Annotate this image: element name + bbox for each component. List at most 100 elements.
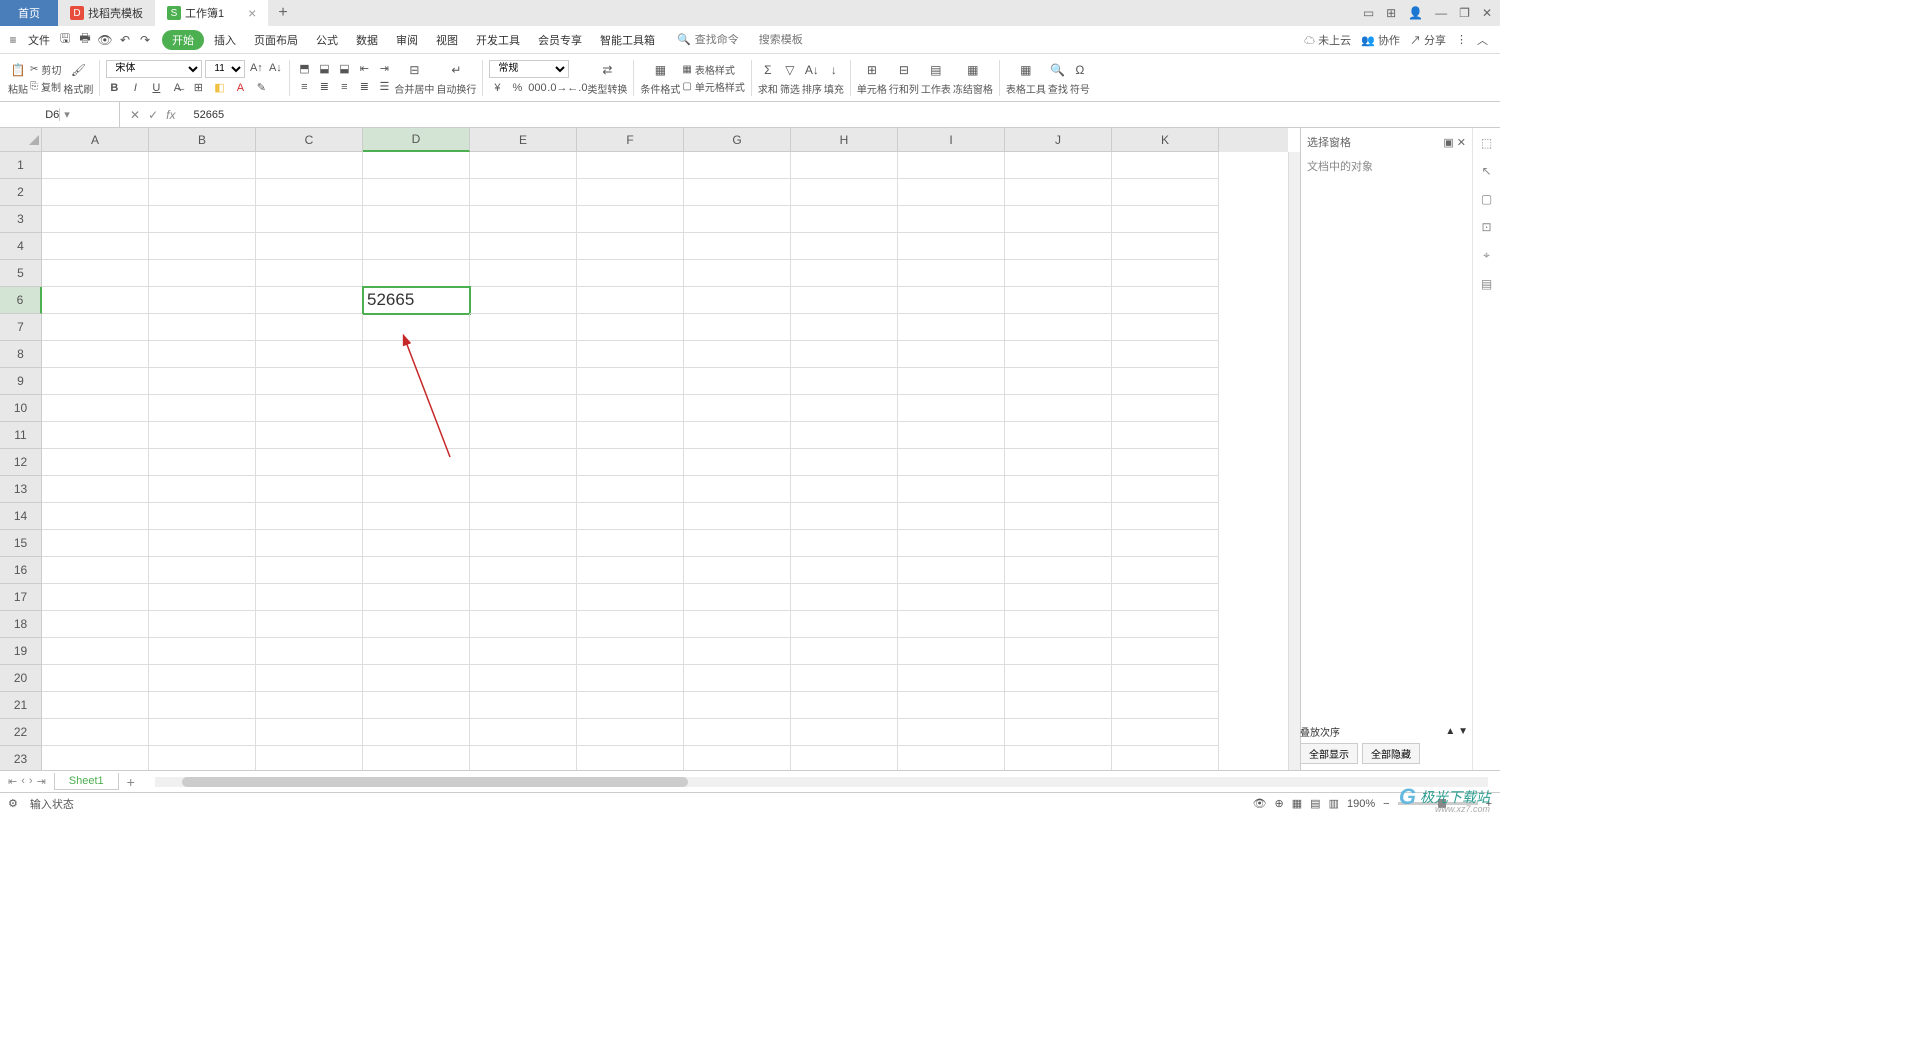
cell[interactable] [363, 422, 470, 449]
cell[interactable] [684, 557, 791, 584]
cell[interactable] [42, 368, 149, 395]
cell[interactable] [684, 314, 791, 341]
cell[interactable] [149, 746, 256, 770]
column-header[interactable]: C [256, 128, 363, 152]
underline-icon[interactable]: U [148, 80, 164, 96]
cell[interactable] [363, 611, 470, 638]
cell[interactable] [256, 638, 363, 665]
cell[interactable] [470, 260, 577, 287]
cell[interactable] [898, 152, 1005, 179]
view-page-icon[interactable]: ▤ [1310, 797, 1320, 810]
cell[interactable] [577, 530, 684, 557]
cell[interactable] [42, 395, 149, 422]
find-button[interactable]: 🔍查找 [1048, 60, 1068, 96]
cell[interactable] [149, 368, 256, 395]
cell[interactable] [42, 449, 149, 476]
cell[interactable] [42, 287, 149, 314]
cell[interactable] [256, 584, 363, 611]
column-header[interactable]: F [577, 128, 684, 152]
cell[interactable] [470, 584, 577, 611]
cell[interactable] [1005, 206, 1112, 233]
side-property-icon[interactable]: ⊡ [1481, 220, 1491, 234]
cell[interactable] [791, 584, 898, 611]
tab-developer[interactable]: 开发工具 [468, 32, 528, 48]
cell[interactable] [363, 692, 470, 719]
row-header[interactable]: 16 [0, 557, 42, 584]
paste-button[interactable]: 📋 粘贴 [8, 60, 28, 96]
cell[interactable] [791, 719, 898, 746]
type-convert-button[interactable]: ⇄ 类型转换 [587, 60, 627, 96]
symbol-button[interactable]: Ω符号 [1070, 60, 1090, 96]
cell[interactable] [42, 638, 149, 665]
align-bottom-icon[interactable]: ⬓ [336, 61, 352, 77]
cell[interactable] [791, 341, 898, 368]
cell[interactable] [363, 179, 470, 206]
side-link-icon[interactable]: ⌖ [1483, 248, 1490, 263]
row-header[interactable]: 1 [0, 152, 42, 179]
font-select[interactable]: 宋体 [106, 60, 202, 78]
cell[interactable] [256, 557, 363, 584]
cell[interactable] [577, 179, 684, 206]
show-all-button[interactable]: 全部显示 [1300, 743, 1358, 764]
cell[interactable] [363, 260, 470, 287]
side-more-icon[interactable]: ▤ [1481, 277, 1492, 291]
panel-close-icon[interactable]: ✕ [1457, 137, 1466, 149]
cell[interactable] [256, 152, 363, 179]
cell[interactable] [256, 368, 363, 395]
cell[interactable] [1112, 584, 1219, 611]
cell[interactable] [149, 422, 256, 449]
filter-button[interactable]: ▽筛选 [780, 60, 800, 96]
cell[interactable] [42, 422, 149, 449]
cell[interactable] [1005, 368, 1112, 395]
select-all-corner[interactable] [0, 128, 42, 152]
cell[interactable] [898, 611, 1005, 638]
cell[interactable] [256, 260, 363, 287]
cell[interactable] [256, 314, 363, 341]
cell[interactable] [42, 746, 149, 770]
cell[interactable] [791, 503, 898, 530]
cell[interactable] [577, 422, 684, 449]
cell[interactable] [1112, 557, 1219, 584]
cell[interactable] [577, 692, 684, 719]
cell[interactable] [684, 530, 791, 557]
sheet-last-icon[interactable]: ⇥ [37, 775, 46, 788]
cell[interactable] [684, 206, 791, 233]
comma-icon[interactable]: 000 [529, 80, 545, 96]
tab-smarttool[interactable]: 智能工具箱 [592, 32, 663, 48]
currency-icon[interactable]: ¥ [489, 80, 505, 96]
eye-icon[interactable]: 👁 [1253, 797, 1267, 810]
redo-icon[interactable]: ↷ [136, 31, 154, 49]
strike-icon[interactable]: A̶ [169, 80, 185, 96]
cell[interactable] [42, 692, 149, 719]
tab-template[interactable]: D 找稻壳模板 [58, 0, 155, 26]
cell[interactable] [1112, 449, 1219, 476]
cell[interactable] [1112, 692, 1219, 719]
row-col-button[interactable]: ⊟行和列 [889, 60, 919, 96]
move-up-icon[interactable]: ▲ [1445, 726, 1455, 737]
cell[interactable] [149, 287, 256, 314]
fx-icon[interactable]: fx [166, 108, 175, 122]
cell[interactable] [684, 719, 791, 746]
cell[interactable] [256, 287, 363, 314]
cell[interactable] [1112, 341, 1219, 368]
cell[interactable] [470, 746, 577, 770]
maximize-icon[interactable]: ❐ [1459, 6, 1470, 20]
cell[interactable] [42, 341, 149, 368]
cell[interactable] [256, 233, 363, 260]
cell[interactable] [149, 611, 256, 638]
cell[interactable] [577, 287, 684, 314]
user-icon[interactable]: 👤 [1408, 6, 1423, 20]
cell[interactable] [898, 746, 1005, 770]
cell[interactable] [577, 584, 684, 611]
tab-member[interactable]: 会员专享 [530, 32, 590, 48]
row-header[interactable]: 18 [0, 611, 42, 638]
cell[interactable] [791, 422, 898, 449]
cell[interactable] [256, 476, 363, 503]
sheet-tab[interactable]: Sheet1 [54, 773, 119, 790]
cell[interactable] [577, 746, 684, 770]
cell[interactable] [1005, 530, 1112, 557]
cell[interactable] [1005, 422, 1112, 449]
cell[interactable] [256, 746, 363, 770]
format-painter-button[interactable]: 🖌 格式刷 [63, 60, 93, 96]
cell[interactable] [470, 341, 577, 368]
